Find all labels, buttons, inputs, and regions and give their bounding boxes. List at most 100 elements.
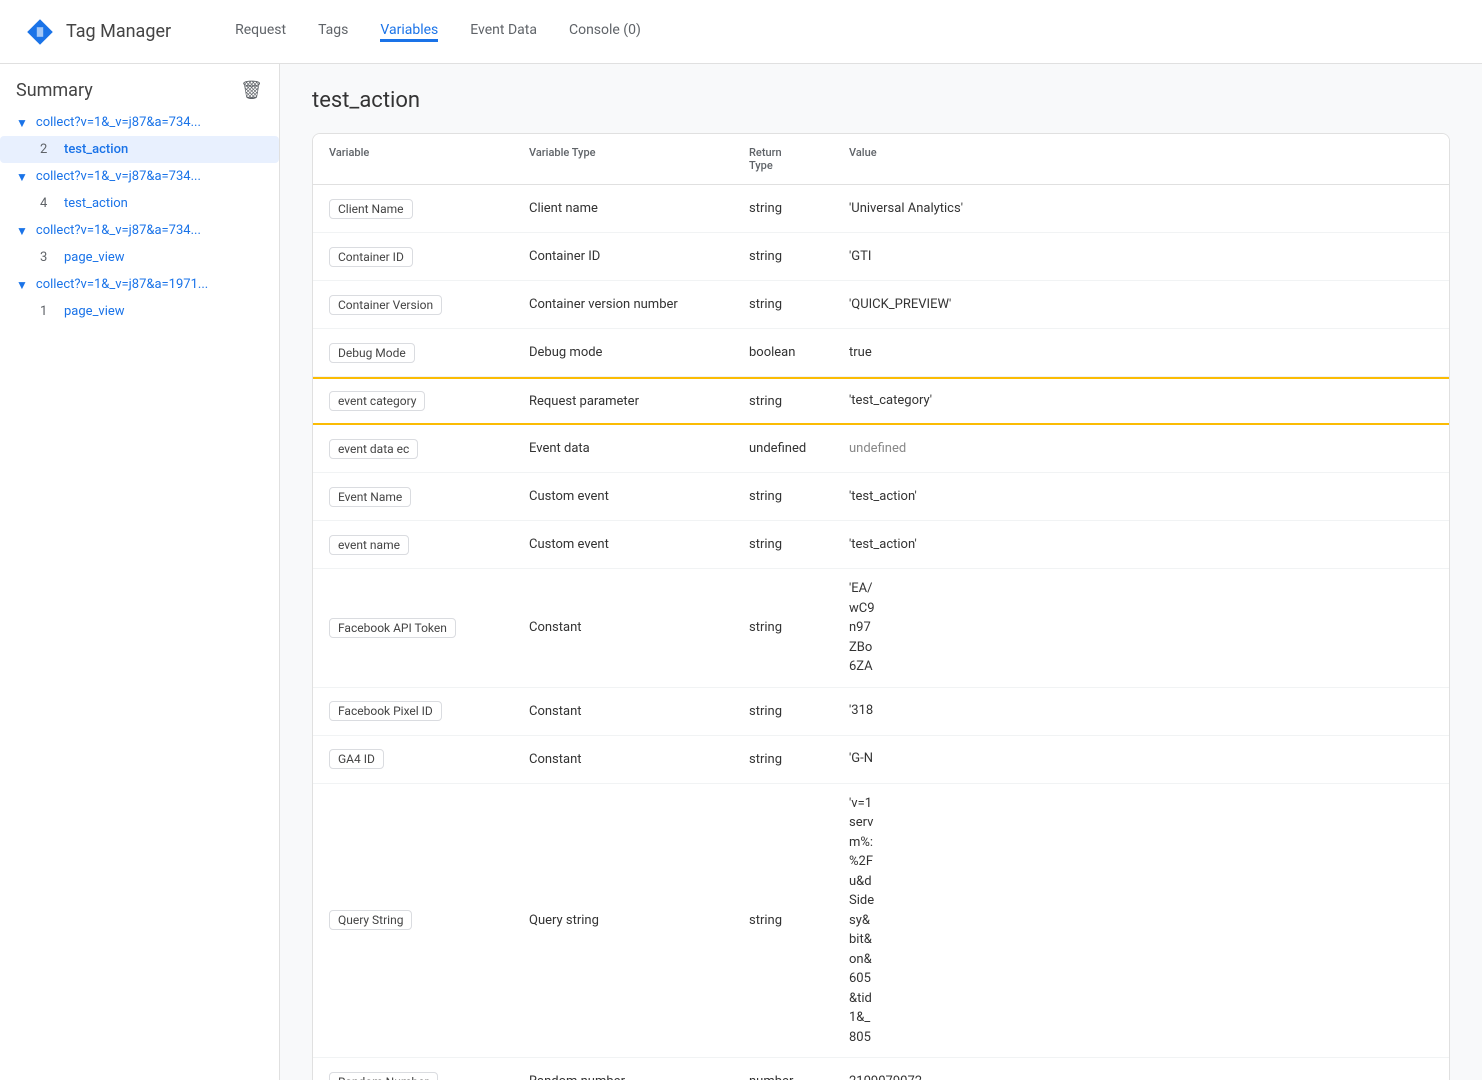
table-row: Random Number Random numbernumber21090790… (313, 1058, 1449, 1080)
return-type-cell: string (749, 191, 849, 226)
table-row: event nameCustom eventstring'test_action… (313, 521, 1449, 569)
variable-badge: event category (329, 391, 425, 411)
chevron-down-icon-1: ▼ (16, 116, 28, 130)
table-row: Query StringQuery stringstring'v=1 serv … (313, 784, 1449, 1059)
sidebar-item-label-4: page_view (64, 304, 125, 319)
sidebar-group-header-3[interactable]: ▼ collect?v=1&_v=j87&a=734... (0, 217, 279, 244)
sidebar-group-2: ▼ collect?v=1&_v=j87&a=734... 4 test_act… (0, 163, 279, 217)
sidebar-group-link-4[interactable]: collect?v=1&_v=j87&a=1971... (36, 277, 263, 292)
sidebar-title: Summary (16, 80, 93, 101)
delete-icon[interactable]: 🗑 (240, 80, 263, 101)
variable-badge: Event Name (329, 487, 411, 507)
variable-type-cell: Client name (529, 191, 749, 226)
nav-event-data[interactable]: Event Data (470, 22, 537, 42)
variable-cell: GA4 ID (329, 739, 529, 779)
sidebar-group-header-1[interactable]: ▼ collect?v=1&_v=j87&a=734... (0, 109, 279, 136)
table-row: Facebook API TokenConstantstring'EA/ wC9… (313, 569, 1449, 688)
return-type-cell: string (749, 527, 849, 562)
variable-type-cell: Constant (529, 610, 749, 645)
header-variable: Variable (329, 142, 529, 176)
value-cell: 2109079072 (849, 1062, 1433, 1080)
sidebar-group-header-4[interactable]: ▼ collect?v=1&_v=j87&a=1971... (0, 271, 279, 298)
return-type-cell: undefined (749, 431, 849, 466)
return-type-cell: string (749, 384, 849, 419)
variable-type-cell: Custom event (529, 479, 749, 514)
sidebar-group-header-2[interactable]: ▼ collect?v=1&_v=j87&a=734... (0, 163, 279, 190)
variable-type-cell: Query string (529, 903, 749, 938)
variable-cell: event name (329, 525, 529, 565)
table-row: Client NameClient namestring'Universal A… (313, 185, 1449, 233)
nav-console[interactable]: Console (0) (569, 22, 641, 42)
value-cell: 'test_action' (849, 525, 1433, 565)
return-type-cell: string (749, 694, 849, 729)
sidebar-group-link-1[interactable]: collect?v=1&_v=j87&a=734... (36, 115, 263, 130)
value-cell: 'EA/ wC9 n97 ZBo 6ZA (849, 569, 1433, 687)
sidebar-item-num-2: 4 (40, 196, 56, 211)
main-content: test_action Variable Variable Type Retur… (280, 64, 1482, 1080)
variable-type-cell: Constant (529, 742, 749, 777)
value-cell: 'test_category' (849, 381, 1433, 421)
nav-request[interactable]: Request (235, 22, 286, 42)
sidebar-item-page-view-1[interactable]: 1 page_view (0, 298, 279, 325)
variable-badge: Container ID (329, 247, 413, 267)
variable-type-cell: Event data (529, 431, 749, 466)
variable-type-cell: Random number (529, 1064, 749, 1080)
sidebar-group-link-3[interactable]: collect?v=1&_v=j87&a=734... (36, 223, 263, 238)
sidebar: Summary 🗑 ▼ collect?v=1&_v=j87&a=734... … (0, 64, 280, 1080)
value-cell: true (849, 333, 1433, 373)
value-cell: 'GTI (849, 237, 1433, 277)
sidebar-item-test-action-4[interactable]: 4 test_action (0, 190, 279, 217)
sidebar-group-link-2[interactable]: collect?v=1&_v=j87&a=734... (36, 169, 263, 184)
return-type-cell: string (749, 479, 849, 514)
sidebar-group-4: ▼ collect?v=1&_v=j87&a=1971... 1 page_vi… (0, 271, 279, 325)
variable-cell: Event Name (329, 477, 529, 517)
chevron-down-icon-3: ▼ (16, 224, 28, 238)
variable-type-cell: Container version number (529, 287, 749, 322)
sidebar-item-num-4: 1 (40, 304, 56, 319)
variable-cell: Debug Mode (329, 333, 529, 373)
variable-cell: Random Number (329, 1062, 529, 1080)
variable-cell: Facebook Pixel ID (329, 691, 529, 731)
logo-icon (24, 16, 56, 48)
variable-cell: Query String (329, 900, 529, 940)
table-body: Client NameClient namestring'Universal A… (313, 185, 1449, 1080)
table-row: event category Request parameterstring'te… (313, 377, 1449, 425)
page-title: test_action (312, 88, 1450, 113)
variable-badge: event data ec (329, 439, 418, 459)
app-body: Summary 🗑 ▼ collect?v=1&_v=j87&a=734... … (0, 64, 1482, 1080)
value-cell: 'test_action' (849, 477, 1433, 517)
value-cell: undefined (849, 429, 1433, 469)
sidebar-group-3: ▼ collect?v=1&_v=j87&a=734... 3 page_vie… (0, 217, 279, 271)
sidebar-item-label-2: test_action (64, 196, 128, 211)
table-row: Container IDContainer IDstring'GTI (313, 233, 1449, 281)
variable-type-cell: Request parameter (529, 384, 749, 419)
return-type-cell: string (749, 742, 849, 777)
sidebar-item-num-1: 2 (40, 142, 56, 157)
header-value: Value (849, 142, 1433, 176)
chevron-down-icon-4: ▼ (16, 278, 28, 292)
variable-badge: event name (329, 535, 409, 555)
sidebar-group-1: ▼ collect?v=1&_v=j87&a=734... 2 test_act… (0, 109, 279, 163)
table-row: Container VersionContainer version numbe… (313, 281, 1449, 329)
variable-badge: Facebook API Token (329, 618, 456, 638)
sidebar-item-test-action-2[interactable]: 2 test_action (0, 136, 279, 163)
variable-type-cell: Container ID (529, 239, 749, 274)
return-type-cell: string (749, 239, 849, 274)
app-title: Tag Manager (66, 21, 171, 42)
logo-area: Tag Manager (24, 16, 171, 48)
nav-variables[interactable]: Variables (380, 22, 438, 42)
table-row: Debug ModeDebug modebooleantrue (313, 329, 1449, 377)
variable-badge: Facebook Pixel ID (329, 701, 442, 721)
variable-badge: Random Number (329, 1072, 438, 1080)
nav-tags[interactable]: Tags (318, 22, 348, 42)
table-row: Event Name Custom eventstring'test_action… (313, 473, 1449, 521)
variable-cell: Facebook API Token (329, 608, 529, 648)
sidebar-item-page-view-3[interactable]: 3 page_view (0, 244, 279, 271)
variable-cell: Client Name (329, 189, 529, 229)
return-type-cell: number (749, 1064, 849, 1080)
variable-badge: Client Name (329, 199, 413, 219)
sidebar-item-num-3: 3 (40, 250, 56, 265)
value-cell: '318 (849, 691, 1433, 731)
variable-cell: event data ec (329, 429, 529, 469)
table-row: event data ecEvent dataundefinedundefine… (313, 425, 1449, 473)
